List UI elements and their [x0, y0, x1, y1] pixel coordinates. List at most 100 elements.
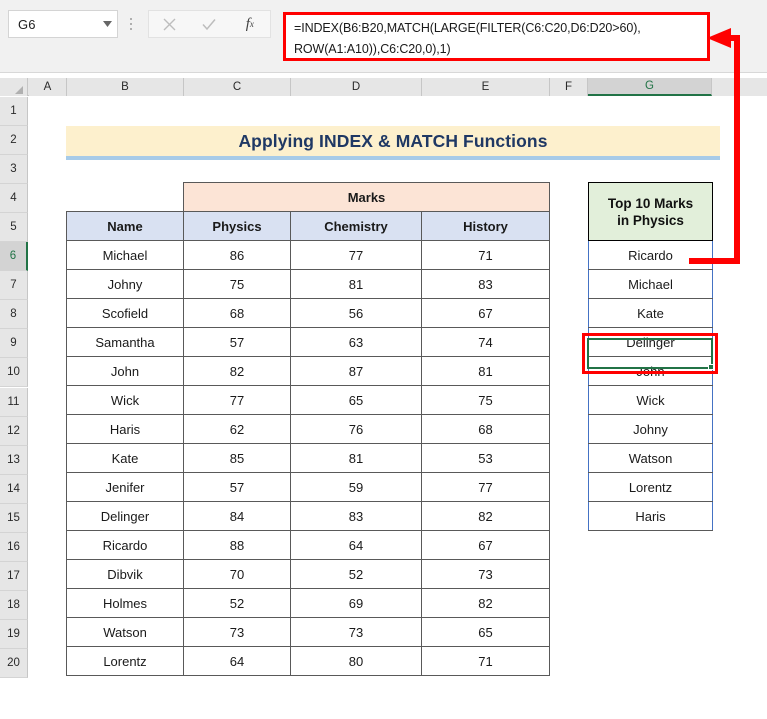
cell-name[interactable]: Dibvik: [66, 559, 184, 589]
top-physics-cell[interactable]: Michael: [588, 269, 713, 299]
top-physics-cell[interactable]: Wick: [588, 385, 713, 415]
cell-name[interactable]: Kate: [66, 443, 184, 473]
cell-physics[interactable]: 57: [183, 472, 291, 502]
cell-physics[interactable]: 68: [183, 298, 291, 328]
top-physics-selected-cell[interactable]: Ricardo: [588, 240, 713, 270]
cell-chemistry[interactable]: 77: [290, 240, 422, 270]
cell-physics[interactable]: 70: [183, 559, 291, 589]
cell-chemistry[interactable]: 81: [290, 269, 422, 299]
top-physics-cell[interactable]: Haris: [588, 501, 713, 531]
column-header-A[interactable]: A: [29, 78, 67, 96]
cell-history[interactable]: 75: [421, 385, 550, 415]
row-header-16[interactable]: 16: [0, 532, 28, 562]
cell-chemistry[interactable]: 52: [290, 559, 422, 589]
row-header-17[interactable]: 17: [0, 561, 28, 591]
cell-physics[interactable]: 52: [183, 588, 291, 618]
row-header-7[interactable]: 7: [0, 271, 28, 301]
cell-name[interactable]: Wick: [66, 385, 184, 415]
column-header-D[interactable]: D: [291, 78, 422, 96]
cell-chemistry[interactable]: 87: [290, 356, 422, 386]
cell-name[interactable]: Delinger: [66, 501, 184, 531]
cell-physics[interactable]: 82: [183, 356, 291, 386]
cell-chemistry[interactable]: 59: [290, 472, 422, 502]
cell-physics[interactable]: 84: [183, 501, 291, 531]
select-all-corner-button[interactable]: [0, 78, 28, 96]
top-physics-cell[interactable]: John: [588, 356, 713, 386]
cell-history[interactable]: 71: [421, 240, 550, 270]
top-physics-cell[interactable]: Kate: [588, 298, 713, 328]
cell-name[interactable]: Holmes: [66, 588, 184, 618]
cell-chemistry[interactable]: 80: [290, 646, 422, 676]
row-header-1[interactable]: 1: [0, 97, 28, 127]
cell-name[interactable]: John: [66, 356, 184, 386]
row-header-4[interactable]: 4: [0, 184, 28, 214]
cell-name[interactable]: Scofield: [66, 298, 184, 328]
cell-history[interactable]: 68: [421, 414, 550, 444]
cell-physics[interactable]: 88: [183, 530, 291, 560]
row-header-14[interactable]: 14: [0, 474, 28, 504]
cell-chemistry[interactable]: 76: [290, 414, 422, 444]
cell-name[interactable]: Johny: [66, 269, 184, 299]
x-cancel-icon[interactable]: [149, 11, 189, 37]
cell-history[interactable]: 65: [421, 617, 550, 647]
cell-history[interactable]: 73: [421, 559, 550, 589]
cell-name[interactable]: Samantha: [66, 327, 184, 357]
cell-name[interactable]: Jenifer: [66, 472, 184, 502]
cell-chemistry[interactable]: 64: [290, 530, 422, 560]
cell-history[interactable]: 71: [421, 646, 550, 676]
column-header-F[interactable]: F: [550, 78, 588, 96]
cell-history[interactable]: 81: [421, 356, 550, 386]
cell-history[interactable]: 67: [421, 298, 550, 328]
row-header-6[interactable]: 6: [0, 242, 28, 272]
top-physics-cell[interactable]: Watson: [588, 443, 713, 473]
cell-chemistry[interactable]: 73: [290, 617, 422, 647]
cell-chemistry[interactable]: 56: [290, 298, 422, 328]
cell-physics[interactable]: 57: [183, 327, 291, 357]
cell-history[interactable]: 83: [421, 269, 550, 299]
row-header-20[interactable]: 20: [0, 648, 28, 678]
cell-physics[interactable]: 85: [183, 443, 291, 473]
name-box[interactable]: G6: [8, 10, 118, 38]
row-header-5[interactable]: 5: [0, 213, 28, 243]
column-header-E[interactable]: E: [422, 78, 550, 96]
column-header-C[interactable]: C: [184, 78, 291, 96]
row-header-11[interactable]: 11: [0, 387, 28, 417]
cell-history[interactable]: 74: [421, 327, 550, 357]
cell-physics[interactable]: 73: [183, 617, 291, 647]
cell-physics[interactable]: 77: [183, 385, 291, 415]
cell-name[interactable]: Ricardo: [66, 530, 184, 560]
fx-insert-function-icon[interactable]: fx: [230, 11, 270, 37]
cell-chemistry[interactable]: 81: [290, 443, 422, 473]
column-header-G[interactable]: G: [588, 78, 712, 96]
cell-physics[interactable]: 75: [183, 269, 291, 299]
cell-chemistry[interactable]: 63: [290, 327, 422, 357]
cell-history[interactable]: 82: [421, 588, 550, 618]
cell-history[interactable]: 53: [421, 443, 550, 473]
cell-history[interactable]: 67: [421, 530, 550, 560]
cell-name[interactable]: Haris: [66, 414, 184, 444]
chevron-down-icon[interactable]: [97, 21, 117, 27]
formula-input-box[interactable]: =INDEX(B6:B20,MATCH(LARGE(FILTER(C6:C20,…: [283, 12, 710, 61]
cell-physics[interactable]: 64: [183, 646, 291, 676]
cell-name[interactable]: Watson: [66, 617, 184, 647]
cell-name[interactable]: Michael: [66, 240, 184, 270]
row-header-2[interactable]: 2: [0, 126, 28, 156]
checkmark-confirm-icon[interactable]: [189, 11, 229, 37]
cell-history[interactable]: 82: [421, 501, 550, 531]
cell-chemistry[interactable]: 65: [290, 385, 422, 415]
cell-history[interactable]: 77: [421, 472, 550, 502]
cell-name[interactable]: Lorentz: [66, 646, 184, 676]
row-header-3[interactable]: 3: [0, 155, 28, 185]
row-header-13[interactable]: 13: [0, 445, 28, 475]
row-header-10[interactable]: 10: [0, 358, 28, 388]
cell-physics[interactable]: 62: [183, 414, 291, 444]
row-header-12[interactable]: 12: [0, 416, 28, 446]
cell-physics[interactable]: 86: [183, 240, 291, 270]
top-physics-cell[interactable]: Johny: [588, 414, 713, 444]
row-header-9[interactable]: 9: [0, 329, 28, 359]
column-header-B[interactable]: B: [67, 78, 184, 96]
cell-chemistry[interactable]: 83: [290, 501, 422, 531]
row-header-8[interactable]: 8: [0, 300, 28, 330]
row-header-19[interactable]: 19: [0, 619, 28, 649]
top-physics-cell[interactable]: Delinger: [588, 327, 713, 357]
